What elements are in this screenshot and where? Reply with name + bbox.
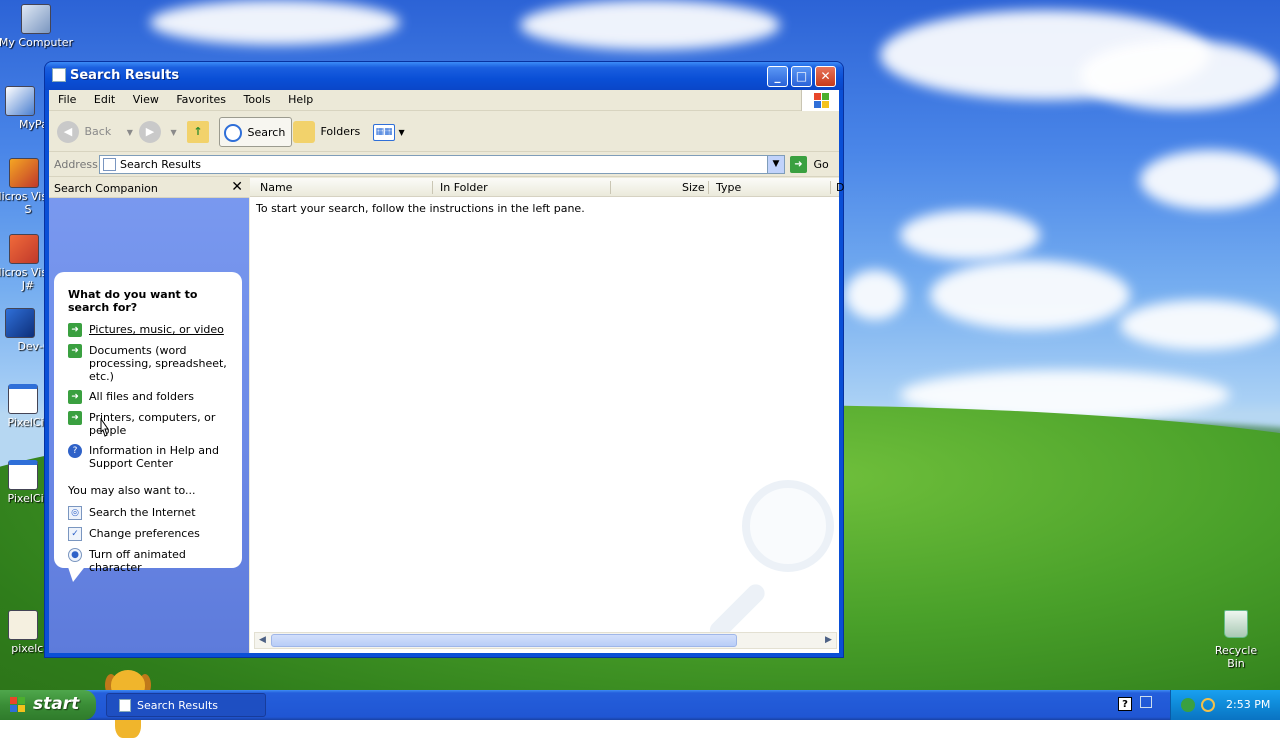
views-grid-icon: ▦▦: [373, 123, 395, 141]
tray-search-icon[interactable]: [1201, 698, 1215, 712]
search-results-icon: [103, 158, 116, 171]
chevron-down-icon: ▼: [170, 128, 177, 137]
tray-status-icon[interactable]: [1181, 698, 1195, 712]
recycle-bin-icon: [1224, 610, 1248, 638]
search-question: What do you want to search for?: [68, 288, 198, 314]
menu-help[interactable]: Help: [281, 90, 320, 106]
search-companion-pane: Search Companion ✕ What do you want to s…: [49, 178, 249, 738]
cloud: [1140, 150, 1280, 210]
scroll-right-icon[interactable]: ▶: [821, 633, 836, 648]
green-arrow-icon: ➜: [68, 390, 82, 404]
help-tray-icon[interactable]: ?: [1118, 697, 1132, 711]
column-date[interactable]: D: [836, 181, 844, 194]
window-title: Search Results: [70, 68, 180, 83]
green-arrow-icon: ➜: [68, 323, 82, 337]
network-icon[interactable]: [1140, 696, 1152, 708]
menu-tools[interactable]: Tools: [237, 90, 278, 106]
address-bar: Address Search Results ▼ ➜ Go: [49, 153, 839, 177]
forward-button[interactable]: ▶ ▼: [139, 117, 177, 147]
browser-icon: [5, 86, 35, 116]
preferences-check-icon: ✓: [68, 527, 82, 541]
horizontal-scrollbar[interactable]: ◀ ▶: [254, 632, 837, 649]
system-tray: 2:53 PM: [1170, 690, 1280, 720]
window-body: File Edit View Favorites Tools Help ◀ Ba…: [49, 90, 844, 738]
column-type[interactable]: Type: [716, 181, 741, 194]
column-header-row: Name In Folder Size Type D: [250, 178, 844, 197]
quick-tray: ?: [1116, 696, 1156, 714]
menu-edit[interactable]: Edit: [87, 90, 122, 106]
program-window-icon: [8, 460, 38, 490]
internet-search-icon: ◎: [68, 506, 82, 520]
views-button[interactable]: ▦▦ ▼: [373, 117, 405, 147]
taskbar: start Search Results ? 2:53 PM: [0, 690, 1280, 720]
close-pane-icon[interactable]: ✕: [231, 179, 243, 195]
window-icon: [119, 699, 131, 712]
address-dropdown-button[interactable]: ▼: [767, 156, 784, 173]
menu-bar: File Edit View Favorites Tools Help: [49, 90, 839, 111]
back-button[interactable]: ◀ Back ▼: [57, 117, 133, 147]
animated-character-icon: ●: [68, 548, 82, 562]
address-label: Address: [54, 158, 98, 171]
up-folder-icon: ↑: [187, 121, 209, 143]
chevron-down-icon: ▼: [398, 128, 405, 137]
program-window-icon: [8, 384, 38, 414]
taskbar-item-search-results[interactable]: Search Results: [106, 693, 266, 717]
folders-button[interactable]: Folders: [293, 117, 360, 147]
cloud: [520, 0, 780, 50]
magnifier-watermark-icon: [690, 478, 840, 643]
menu-file[interactable]: File: [51, 90, 83, 106]
menu-view[interactable]: View: [126, 90, 166, 106]
go-arrow-icon: ➜: [790, 156, 807, 173]
dev-cpp-icon: [5, 308, 35, 338]
cloud: [1120, 300, 1280, 350]
search-companion-header: Search Companion ✕: [49, 178, 249, 198]
cloud: [930, 260, 1130, 330]
up-folder-button[interactable]: ↑: [187, 117, 209, 147]
search-icon: [224, 124, 242, 142]
also-want-label: You may also want to...: [68, 484, 196, 497]
help-icon: ?: [68, 444, 82, 458]
windows-flag-icon: [10, 697, 26, 713]
close-button[interactable]: ✕: [815, 66, 836, 87]
green-arrow-icon: ➜: [68, 344, 82, 358]
search-button[interactable]: Search: [219, 117, 293, 147]
window-icon: [52, 68, 66, 82]
chevron-down-icon: ▼: [126, 128, 133, 137]
go-button[interactable]: ➜ Go: [790, 156, 829, 173]
results-pane: Name In Folder Size Type D To start your…: [250, 178, 844, 653]
scroll-left-icon[interactable]: ◀: [255, 633, 270, 648]
address-input[interactable]: Search Results ▼: [99, 155, 785, 174]
desktop-icon-my-computer[interactable]: My Computer: [0, 4, 76, 49]
green-arrow-icon: ➜: [68, 411, 82, 425]
column-name[interactable]: Name: [260, 181, 292, 194]
search-results-window: Search Results _ □ ✕ File Edit View Favo…: [44, 61, 844, 738]
toolbar: ◀ Back ▼ ▶ ▼ ↑ Search Folders ▦▦ ▼: [49, 112, 839, 152]
start-button[interactable]: start: [0, 690, 96, 720]
cloud: [900, 210, 1040, 260]
column-in-folder[interactable]: In Folder: [440, 181, 488, 194]
maximize-button[interactable]: □: [791, 66, 812, 87]
menu-favorites[interactable]: Favorites: [169, 90, 233, 106]
title-bar[interactable]: Search Results _ □ ✕: [45, 62, 843, 90]
cloud: [845, 270, 905, 320]
cloud: [1080, 40, 1280, 110]
desktop-icon-recycle-bin[interactable]: Recycle Bin: [1205, 610, 1267, 670]
minimize-button[interactable]: _: [767, 66, 788, 87]
results-empty-message: To start your search, follow the instruc…: [256, 202, 585, 215]
forward-arrow-icon: ▶: [139, 121, 161, 143]
visual-jsharp-icon: [9, 234, 39, 264]
notepad-icon: [8, 610, 38, 640]
clock[interactable]: 2:53 PM: [1226, 698, 1270, 711]
computer-icon: [21, 4, 51, 34]
visual-studio-icon: [9, 158, 39, 188]
cloud: [150, 0, 400, 45]
column-size[interactable]: Size: [682, 181, 705, 194]
balloon-tail: [67, 564, 87, 582]
folder-icon: [293, 121, 315, 143]
search-balloon: What do you want to search for? ➜ Pictur…: [54, 272, 242, 574]
back-arrow-icon: ◀: [57, 121, 79, 143]
scrollbar-thumb[interactable]: [271, 634, 737, 647]
windows-logo-icon: [801, 90, 839, 111]
